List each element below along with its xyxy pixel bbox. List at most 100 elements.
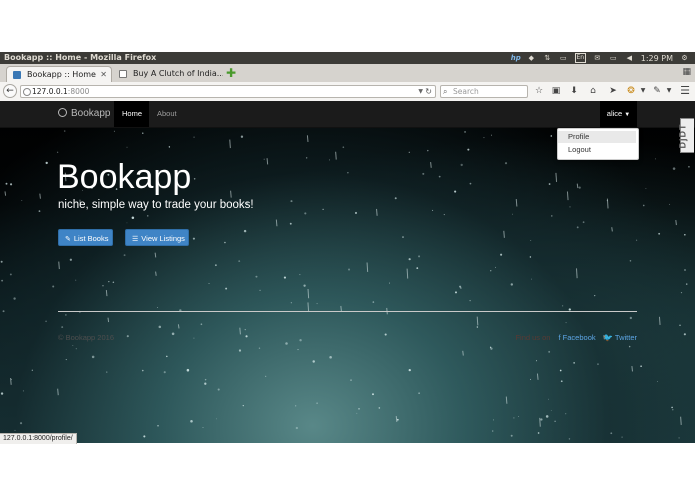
bookmark-star-icon[interactable]: ☆ [533,85,545,97]
particle [154,252,157,258]
url-input[interactable]: 127.0.0.1:8000 ▼ ↻ [20,85,436,98]
hamburger-menu-icon[interactable]: ☰ [679,85,691,97]
view-listings-button[interactable]: ☰ View Listings [125,229,189,246]
particle [263,158,265,160]
particle [594,295,596,297]
particle [69,258,72,261]
particle [402,236,404,239]
navigation-toolbar: ← 127.0.0.1:8000 ▼ ↻ ⌕ Search ☆ ▣ ⬇ ⌂ ➤ … [0,82,695,102]
particle [193,337,195,339]
particle [13,297,16,300]
tab-list-icon[interactable]: ▦ [682,67,691,77]
particle [629,316,632,320]
particle [358,408,360,410]
twitter-label: Twitter [614,333,637,342]
chevron-down-icon[interactable]: ▼ [663,85,675,97]
particle [146,215,149,217]
particle [289,222,292,225]
particle [460,163,463,167]
particle [684,269,686,271]
network-updown-icon[interactable]: ⇅ [543,54,552,62]
particle [316,402,318,404]
pocket-icon[interactable]: ✎ [651,85,663,97]
view-listings-label: View Listings [141,234,185,243]
particle [157,306,159,308]
dropbox-icon[interactable]: ◆ [527,54,536,62]
particle [490,270,492,272]
particle [384,333,387,336]
clipboard-icon[interactable]: ▣ [550,85,562,97]
mail-icon[interactable]: ✉ [593,54,602,62]
hero-tagline: niche, simple way to trade your books! [58,199,254,211]
particle [606,200,608,202]
system-tray: hp ◆ ⇅ ▭ En ✉ ▭ ◀ 1:29 PM ⚙ [511,52,689,64]
new-tab-plus-icon[interactable]: ✚ [226,67,236,79]
particle [224,241,226,244]
keyboard-icon[interactable]: ▭ [559,54,568,62]
brand-link[interactable]: Bookapp [58,101,110,127]
footer-copyright: © Bookapp 2016 [58,333,114,342]
en-layout-icon[interactable]: En [574,53,586,63]
particle [193,136,195,138]
particle [45,320,47,323]
particle [491,134,493,136]
tab-strip: Bookapp :: Home ✕ Buy A Clutch of India.… [0,64,695,83]
particle [576,183,579,189]
debug-toolbar-handle[interactable]: DjDT [678,118,694,153]
list-books-button[interactable]: ✎ List Books [58,229,113,246]
clock[interactable]: 1:29 PM [641,54,673,63]
brand-label: Bookapp [71,108,111,119]
particle [510,434,513,437]
addon-icon[interactable]: ❂ [625,85,637,97]
tab-bookapp-home[interactable]: Bookapp :: Home ✕ [6,66,112,82]
particle [443,214,445,216]
particle [10,378,12,380]
page-favicon-icon [119,70,127,78]
menu-item-profile[interactable]: Profile [558,131,636,143]
facebook-link[interactable]: f Facebook [558,333,595,342]
particle [539,417,541,427]
download-icon[interactable]: ⬇ [568,85,580,97]
particle [186,368,190,372]
particle [9,183,13,186]
tab-label: Buy A Clutch of India... [133,69,223,78]
twitter-icon: 🐦 [603,333,613,342]
bookapp-favicon-icon [13,71,21,79]
nav-about[interactable]: About [149,101,185,127]
nav-home[interactable]: Home [114,101,149,127]
close-tab-icon[interactable]: ✕ [100,67,107,82]
volume-icon[interactable]: ◀ [625,54,634,62]
particle [106,371,108,373]
particle [208,283,210,284]
footer-social-links: Find us on f Facebook 🐦 Twitter [515,333,637,342]
particle [562,305,564,307]
home-icon[interactable]: ⌂ [587,85,599,97]
chevron-down-icon[interactable]: ▼ [637,85,649,97]
menu-item-logout[interactable]: Logout [558,144,636,156]
particle [505,396,508,404]
back-arrow-icon[interactable]: ← [3,84,17,98]
pencil-icon: ✎ [65,236,71,243]
particle [621,436,623,438]
particle [454,190,457,193]
particle [57,388,59,396]
gear-icon[interactable]: ⚙ [680,54,689,62]
user-dropdown-toggle[interactable]: alice ▼ [600,101,637,127]
twitter-link[interactable]: 🐦 Twitter [604,333,637,342]
chevron-down-icon[interactable]: ▼ [418,86,423,97]
particle [193,177,196,180]
particle [576,268,578,279]
reload-icon[interactable]: ↻ [425,86,432,97]
search-input[interactable]: ⌕ Search [440,85,528,98]
hp-icon[interactable]: hp [511,54,521,62]
particle [335,151,337,160]
send-icon[interactable]: ➤ [607,85,619,97]
particle [52,285,55,288]
particle [503,230,505,238]
particle [573,362,576,364]
tab-buy-clutch[interactable]: Buy A Clutch of India... [113,66,223,82]
list-books-label: List Books [73,234,109,243]
particle [531,278,532,280]
battery-icon[interactable]: ▭ [609,54,618,62]
particle [56,151,59,154]
